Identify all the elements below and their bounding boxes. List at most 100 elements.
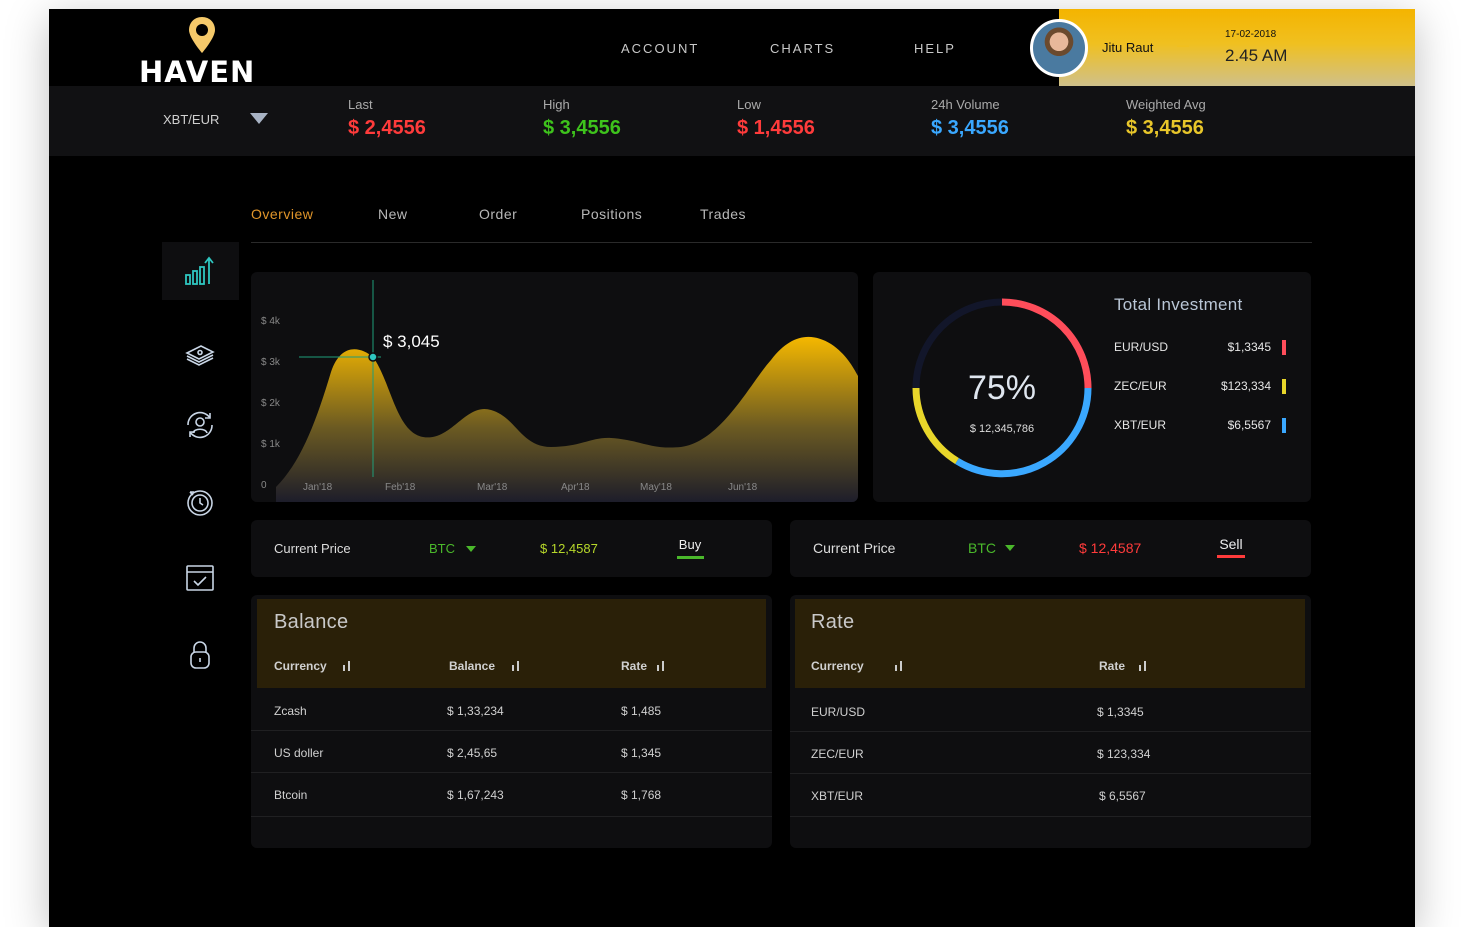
app-window: HAVEN ACCOUNT CHARTS HELP Jitu Raut 17-0… [49,9,1415,927]
table-row-cell: $ 1,345 [621,746,662,760]
sort-icon[interactable] [657,661,665,671]
buy-button[interactable]: Buy [675,537,705,552]
sell-label: Current Price [813,540,896,556]
chart-point-marker [368,352,378,362]
avatar[interactable] [1030,19,1088,77]
table-row-cell: ZEC/EUR [811,747,864,761]
buy-price: $ 12,4587 [540,541,598,556]
sell-button[interactable]: Sell [1215,536,1247,552]
stat-value-weighted: $ 3,4556 [1126,117,1204,139]
sell-underline [1217,555,1245,558]
row-divider [251,730,772,731]
pair-selector[interactable]: XBT/EUR [163,112,219,127]
col-header-currency[interactable]: Currency [811,659,864,673]
row-divider [790,816,1311,817]
price-chart-card: $ 4k $ 3k $ 2k $ 1k 0 $ 3,045 Jan'18 Feb… [251,272,858,502]
stat-label-high: High [543,97,570,112]
user-sync-icon[interactable] [184,409,216,441]
tab-order[interactable]: Order [479,206,517,222]
buy-underline [677,556,704,559]
user-name[interactable]: Jitu Raut [1102,40,1153,55]
rate-title: Rate [811,611,855,633]
chart-tooltip-value: $ 3,045 [383,332,440,351]
chart-growth-icon[interactable] [184,255,216,287]
history-clock-icon[interactable] [184,486,216,518]
investment-name-eurusd: EUR/USD [1114,340,1169,354]
stat-value-high: $ 3,4556 [543,117,621,139]
sort-icon[interactable] [1139,661,1147,671]
buy-currency-select[interactable]: BTC [429,541,455,556]
table-row-cell: $ 1,33,234 [447,704,504,718]
chevron-down-icon[interactable] [1005,545,1015,551]
y-tick-1k: $ 1k [261,439,281,450]
brand-name: HAVEN [139,55,256,89]
investment-donut[interactable]: 75% $ 12,345,786 [907,293,1097,483]
lock-icon[interactable] [184,639,216,671]
legend-marker-xbteur [1282,418,1286,433]
stat-label-weighted: Weighted Avg [1126,97,1206,112]
row-divider [790,731,1311,732]
col-header-rate[interactable]: Rate [621,659,647,673]
legend-marker-eurusd [1282,340,1286,355]
money-stack-icon[interactable] [184,337,216,369]
nav-account[interactable]: ACCOUNT [621,41,699,56]
buy-label: Current Price [274,541,351,556]
y-tick-2k: $ 2k [261,398,281,409]
sort-icon[interactable] [895,661,903,671]
investment-name-zeceur: ZEC/EUR [1114,379,1167,393]
table-row-cell: $ 123,334 [1097,747,1151,761]
table-row-cell: EUR/USD [811,705,866,719]
table-row-cell: US doller [274,746,324,760]
investment-value-xbteur: $6,5567 [1227,418,1271,432]
table-row-cell: XBT/EUR [811,789,864,803]
tab-positions[interactable]: Positions [581,206,642,222]
table-row-cell: Btcoin [274,788,308,802]
user-menu-dash [1177,45,1189,47]
x-tick-may: May'18 [640,482,672,493]
current-time: 2.45 AM [1225,46,1288,65]
sort-icon[interactable] [512,661,520,671]
y-tick-0: 0 [261,480,267,491]
stat-label-last: Last [348,97,373,112]
col-header-rate[interactable]: Rate [1099,659,1125,673]
x-tick-jan: Jan'18 [303,482,333,493]
x-tick-feb: Feb'18 [385,482,416,493]
investment-title: Total Investment [1114,295,1243,314]
row-divider [251,816,772,817]
y-tick-3k: $ 3k [261,357,281,368]
balance-title: Balance [274,611,349,633]
row-divider [790,773,1311,774]
chevron-down-icon[interactable] [250,113,268,124]
chevron-down-icon[interactable] [466,546,476,552]
table-row-cell: $ 1,768 [621,788,662,802]
table-row-cell: $ 6,5567 [1099,789,1146,803]
area-series [276,336,858,502]
stat-value-last: $ 2,4556 [348,117,426,139]
legend-marker-zeceur [1282,379,1286,394]
tab-new[interactable]: New [378,206,408,222]
sell-currency-select[interactable]: BTC [968,540,996,556]
investment-value-eurusd: $1,3345 [1227,340,1271,354]
col-header-currency[interactable]: Currency [274,659,327,673]
calendar-check-icon[interactable] [184,562,216,594]
x-tick-apr: Apr'18 [561,482,590,493]
table-row-cell: $ 2,45,65 [447,746,498,760]
col-header-balance[interactable]: Balance [449,659,495,673]
sort-icon[interactable] [343,661,351,671]
tab-trades[interactable]: Trades [700,206,746,222]
investment-value-zeceur: $123,334 [1220,379,1271,393]
price-area-chart[interactable]: $ 4k $ 3k $ 2k $ 1k 0 $ 3,045 Jan'18 Feb… [251,272,858,502]
table-row-cell: $ 1,485 [621,704,662,718]
x-tick-jun: Jun'18 [728,482,758,493]
nav-help[interactable]: HELP [914,41,956,56]
table-row-cell: Zcash [274,704,307,718]
investment-name-xbteur: XBT/EUR [1114,418,1167,432]
logo[interactable]: HAVEN [139,15,269,89]
row-divider [251,772,772,773]
tab-overview[interactable]: Overview [251,206,313,222]
donut-percent: 75% [968,369,1036,407]
donut-total: $ 12,345,786 [970,423,1034,435]
y-tick-4k: $ 4k [261,316,281,327]
table-row-cell: $ 1,67,243 [447,788,504,802]
nav-charts[interactable]: CHARTS [770,41,835,56]
